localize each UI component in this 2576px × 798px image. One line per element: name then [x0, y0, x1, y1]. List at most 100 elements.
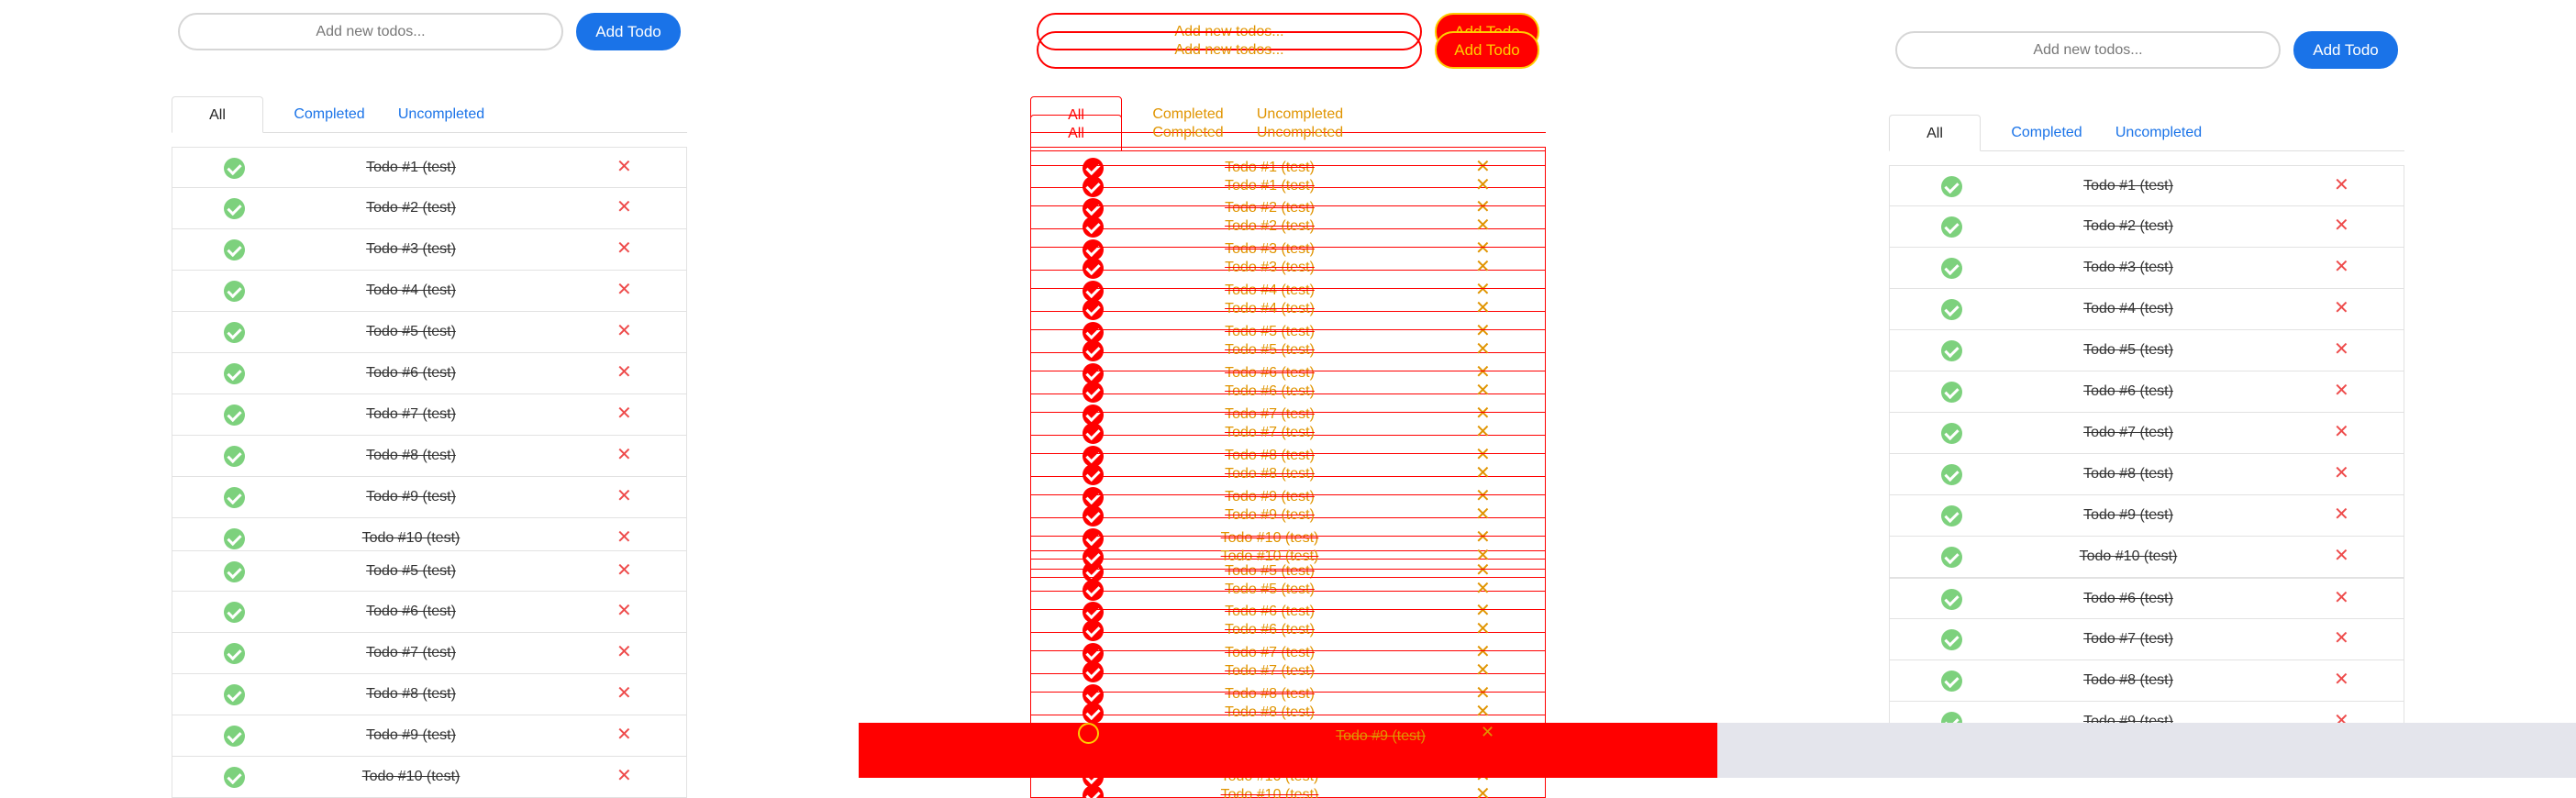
new-todo-input[interactable] — [1895, 31, 2281, 69]
check-icon[interactable] — [1083, 382, 1104, 403]
check-icon[interactable] — [1941, 382, 1962, 403]
delete-icon[interactable]: ✕ — [616, 280, 632, 300]
delete-icon[interactable]: ✕ — [2334, 298, 2349, 318]
delete-icon[interactable]: ✕ — [1475, 504, 1491, 525]
delete-icon[interactable]: ✕ — [616, 197, 632, 217]
check-icon[interactable] — [1941, 299, 1962, 320]
delete-icon[interactable]: ✕ — [1475, 422, 1491, 442]
delete-icon[interactable]: ✕ — [1475, 619, 1491, 639]
check-icon[interactable] — [1941, 505, 1962, 526]
check-icon[interactable] — [224, 767, 245, 788]
delete-icon[interactable]: ✕ — [616, 527, 632, 548]
check-icon[interactable] — [1941, 589, 1962, 610]
delete-icon[interactable]: ✕ — [616, 445, 632, 465]
check-icon[interactable] — [1941, 423, 1962, 444]
check-icon[interactable] — [1083, 580, 1104, 601]
check-icon[interactable] — [224, 643, 245, 664]
check-icon[interactable] — [224, 446, 245, 467]
delete-icon[interactable]: ✕ — [2334, 546, 2349, 566]
check-icon[interactable] — [1083, 785, 1104, 798]
delete-icon[interactable]: ✕ — [1475, 579, 1491, 599]
check-icon[interactable] — [1083, 258, 1104, 279]
delete-icon[interactable]: ✕ — [616, 404, 632, 424]
add-todo-button[interactable]: Add Todo — [576, 13, 681, 50]
check-icon[interactable] — [224, 602, 245, 623]
check-icon[interactable] — [1941, 258, 1962, 279]
delete-icon[interactable]: ✕ — [2334, 504, 2349, 525]
delete-icon[interactable]: ✕ — [1475, 298, 1491, 318]
delete-icon[interactable]: ✕ — [2334, 381, 2349, 401]
check-icon[interactable] — [1083, 505, 1104, 526]
check-icon[interactable] — [1941, 464, 1962, 485]
delete-icon[interactable]: ✕ — [616, 486, 632, 506]
delete-icon[interactable]: ✕ — [616, 683, 632, 704]
check-icon[interactable] — [224, 322, 245, 343]
check-icon[interactable] — [224, 528, 245, 549]
check-icon[interactable] — [1941, 547, 1962, 568]
delete-icon[interactable]: ✕ — [1475, 339, 1491, 360]
delete-icon[interactable]: ✕ — [616, 157, 632, 177]
check-icon[interactable] — [224, 281, 245, 302]
check-icon[interactable] — [224, 726, 245, 747]
new-todo-input[interactable] — [1037, 31, 1422, 69]
check-icon[interactable] — [224, 363, 245, 384]
tab-all[interactable]: All — [1030, 115, 1122, 151]
check-icon[interactable] — [1083, 661, 1104, 682]
add-todo-button[interactable]: Add Todo — [2293, 31, 2398, 69]
delete-icon[interactable]: ✕ — [1475, 660, 1491, 681]
check-icon[interactable] — [224, 405, 245, 426]
delete-icon[interactable]: ✕ — [1475, 216, 1491, 236]
delete-icon[interactable]: ✕ — [2334, 463, 2349, 483]
delete-icon[interactable]: ✕ — [2334, 588, 2349, 608]
delete-icon[interactable]: ✕ — [1481, 723, 1494, 742]
delete-icon[interactable]: ✕ — [2334, 670, 2349, 690]
check-icon[interactable] — [1083, 299, 1104, 320]
check-icon[interactable] — [1083, 340, 1104, 361]
check-icon[interactable] — [1941, 176, 1962, 197]
delete-icon[interactable]: ✕ — [616, 725, 632, 745]
add-todo-button[interactable]: Add Todo — [1435, 31, 1539, 69]
check-icon[interactable] — [224, 684, 245, 705]
delete-icon[interactable]: ✕ — [616, 321, 632, 341]
new-todo-input[interactable] — [178, 13, 563, 50]
delete-icon[interactable]: ✕ — [2334, 175, 2349, 195]
check-icon[interactable] — [1941, 216, 1962, 238]
delete-icon[interactable]: ✕ — [2334, 422, 2349, 442]
delete-icon[interactable]: ✕ — [616, 238, 632, 259]
tab-uncompleted[interactable]: Uncompleted — [2094, 115, 2223, 151]
delete-icon[interactable]: ✕ — [2334, 216, 2349, 236]
delete-icon[interactable]: ✕ — [2334, 339, 2349, 360]
tab-uncompleted[interactable]: Uncompleted — [377, 96, 505, 133]
check-icon[interactable] — [1083, 620, 1104, 641]
delete-icon[interactable]: ✕ — [616, 362, 632, 382]
tab-all[interactable]: All — [1889, 115, 1981, 151]
check-icon[interactable] — [1941, 671, 1962, 692]
check-icon[interactable] — [224, 487, 245, 508]
check-icon[interactable] — [1941, 340, 1962, 361]
tab-uncompleted[interactable]: Uncompleted — [1236, 115, 1364, 151]
delete-icon[interactable]: ✕ — [1475, 784, 1491, 798]
tab-completed[interactable]: Completed — [1133, 115, 1243, 151]
delete-icon[interactable]: ✕ — [1475, 463, 1491, 483]
delete-icon[interactable]: ✕ — [1475, 546, 1491, 566]
check-icon[interactable] — [1083, 464, 1104, 485]
delete-icon[interactable]: ✕ — [616, 642, 632, 662]
check-icon[interactable] — [224, 561, 245, 582]
check-icon[interactable] — [1083, 423, 1104, 444]
delete-icon[interactable]: ✕ — [1475, 381, 1491, 401]
delete-icon[interactable]: ✕ — [616, 766, 632, 786]
delete-icon[interactable]: ✕ — [1475, 257, 1491, 277]
delete-icon[interactable]: ✕ — [1475, 175, 1491, 195]
delete-icon[interactable]: ✕ — [2334, 257, 2349, 277]
check-icon[interactable] — [1083, 176, 1104, 197]
check-icon[interactable] — [1083, 547, 1104, 568]
delete-icon[interactable]: ✕ — [616, 601, 632, 621]
check-icon[interactable] — [224, 239, 245, 260]
check-icon[interactable] — [1941, 629, 1962, 650]
delete-icon[interactable]: ✕ — [1475, 702, 1491, 722]
delete-icon[interactable]: ✕ — [2334, 628, 2349, 648]
check-icon[interactable] — [224, 198, 245, 219]
tab-completed[interactable]: Completed — [274, 96, 384, 133]
delete-icon[interactable]: ✕ — [616, 560, 632, 581]
tab-completed[interactable]: Completed — [1992, 115, 2102, 151]
